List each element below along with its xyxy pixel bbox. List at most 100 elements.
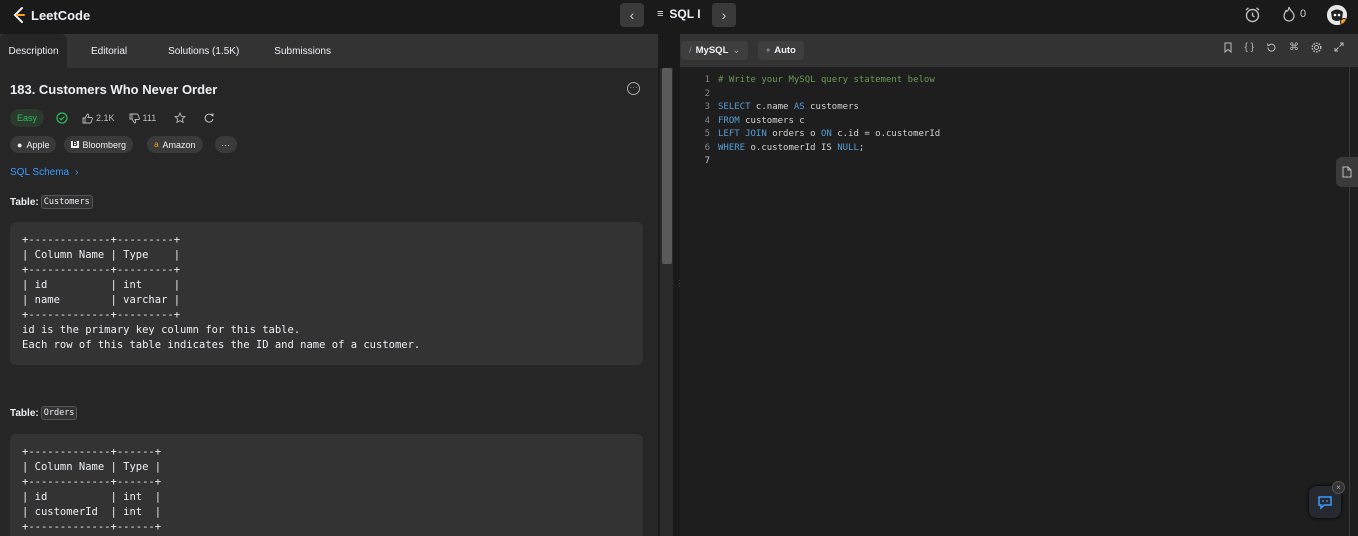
code-keyword: SELECT — [718, 102, 751, 112]
chevron-down-icon: ⌄ — [732, 45, 741, 56]
auto-dot-icon: ● — [766, 47, 771, 54]
difficulty-badge: Easy — [10, 109, 45, 127]
code-text: c.name — [750, 102, 794, 112]
fire-icon — [1283, 6, 1295, 22]
bloomberg-icon: B — [71, 141, 79, 148]
description-scrollbar[interactable] — [660, 68, 673, 536]
format-braces-icon[interactable]: { } — [1245, 42, 1254, 56]
like-button[interactable]: 2.1K — [82, 113, 115, 124]
orders-schema-block: +-------------+------+ | Column Name | T… — [10, 434, 643, 536]
thumbs-down-icon — [129, 113, 140, 123]
bookmark-icon[interactable] — [1223, 42, 1233, 56]
code-text: c.id = o.customerId — [831, 129, 941, 139]
problem-list-button[interactable]: ≡ SQL I — [657, 7, 701, 21]
table2-heading: Table: Orders — [10, 406, 78, 420]
company-label: Apple — [26, 139, 50, 150]
command-icon[interactable]: ⌘ — [1289, 42, 1299, 56]
description-panel: Description Editorial Solutions (1.5K) S… — [0, 34, 658, 536]
code-keyword: FROM — [718, 116, 740, 126]
dislike-button[interactable]: 111 — [129, 113, 156, 124]
chevron-right-icon: › — [721, 7, 727, 23]
like-count: 2.1K — [96, 113, 115, 123]
list-icon: ≡ — [657, 8, 664, 20]
amazon-icon: a — [154, 140, 159, 149]
apple-icon: ● — [17, 139, 23, 150]
close-chat-icon[interactable]: × — [1332, 481, 1345, 494]
table-label: Table: — [10, 196, 39, 208]
tab-submissions[interactable]: Submissions — [274, 34, 331, 68]
line-number: 2 — [704, 89, 710, 99]
streak-count: 0 — [1300, 8, 1307, 20]
top-bar: LeetCode ‹ ≡ SQL I › 0 — [0, 0, 1358, 34]
code-line-5: LEFT JOIN orders o ON c.id = o.customerI… — [718, 129, 940, 139]
notes-side-tab[interactable] — [1336, 157, 1358, 187]
table-label: Table: — [10, 407, 39, 419]
notification-dot — [1340, 18, 1347, 25]
more-options-icon[interactable]: ··· — [627, 82, 640, 95]
tab-solutions[interactable]: Solutions (1.5K) — [168, 34, 239, 68]
auto-mode-button[interactable]: ● Auto — [758, 41, 804, 60]
code-text: o.customerId IS — [745, 143, 838, 153]
language-indicator-icon: / — [689, 45, 692, 56]
reset-icon[interactable] — [1266, 42, 1277, 56]
line-number: 5 — [704, 129, 710, 139]
problem-title: 183. Customers Who Never Order — [10, 82, 218, 97]
panel-resize-handle[interactable]: ⋮ — [676, 280, 684, 296]
company-tag-apple[interactable]: ● Apple — [10, 136, 57, 153]
code-keyword: LEFT JOIN — [718, 129, 767, 139]
table-name: Customers — [40, 195, 93, 209]
leetcode-logo[interactable]: LeetCode — [11, 6, 90, 24]
alarm-clock-icon — [1245, 7, 1260, 23]
line-number: 4 — [704, 116, 710, 126]
streak-counter[interactable]: 0 — [1282, 6, 1306, 22]
table-name: Orders — [40, 406, 78, 420]
more-companies-button[interactable]: ··· — [214, 136, 237, 153]
line-number: 3 — [704, 102, 710, 112]
line-number: 6 — [704, 143, 710, 153]
timer-button[interactable] — [1244, 6, 1261, 23]
code-keyword: NULL — [837, 143, 859, 153]
expand-icon[interactable] — [1334, 42, 1344, 56]
document-icon — [1342, 166, 1352, 178]
customers-schema-block: +-------------+---------+ | Column Name … — [10, 222, 643, 365]
sql-schema-link[interactable]: SQL Schema › — [10, 167, 78, 178]
solved-check-icon — [56, 112, 68, 124]
gear-icon[interactable] — [1311, 42, 1322, 56]
favorite-star-icon[interactable] — [174, 112, 187, 124]
editor-toolbar: / MySQL ⌄ ● Auto { } ⌘ — [680, 34, 1358, 67]
prev-problem-button[interactable]: ‹ — [620, 3, 644, 27]
company-tag-amazon[interactable]: a Amazon — [147, 136, 203, 153]
table1-heading: Table: Customers — [10, 195, 93, 209]
scrollbar-thumb[interactable] — [662, 68, 672, 264]
avatar[interactable] — [1327, 5, 1347, 25]
code-text: customers — [804, 102, 859, 112]
leetcode-logo-icon — [13, 7, 25, 23]
logo-text: LeetCode — [31, 7, 91, 23]
problem-list-label: SQL I — [669, 7, 701, 21]
mode-label: Auto — [774, 45, 796, 56]
thumbs-up-icon — [82, 113, 93, 123]
code-line-6: WHERE o.customerId IS NULL; — [718, 143, 864, 153]
code-editor[interactable]: 1 2 3 4 5 6 7 # Write your MySQL query s… — [680, 67, 1358, 536]
code-comment: # Write your MySQL query statement below — [718, 75, 935, 85]
code-text: customers c — [739, 116, 805, 126]
chevron-right-icon: › — [75, 167, 79, 178]
tab-editorial[interactable]: Editorial — [91, 34, 127, 68]
sql-schema-label: SQL Schema — [10, 167, 70, 178]
next-problem-button[interactable]: › — [712, 3, 736, 27]
code-line-4: FROM customers c — [718, 116, 805, 126]
editor-actions: { } ⌘ — [1223, 42, 1344, 56]
line-number: 1 — [704, 75, 710, 85]
code-line-1: # Write your MySQL query statement below — [718, 75, 935, 85]
company-tags: ● Apple B Bloomberg a Amazon ··· — [10, 136, 237, 153]
tab-description[interactable]: Description — [0, 34, 67, 68]
share-icon[interactable] — [203, 112, 215, 124]
company-label: Amazon — [162, 139, 196, 150]
code-keyword: WHERE — [718, 143, 746, 153]
editor-ruler — [1349, 67, 1350, 536]
language-select[interactable]: / MySQL ⌄ — [681, 41, 749, 60]
chevron-left-icon: ‹ — [629, 7, 635, 23]
code-keyword: AS — [793, 102, 805, 112]
left-tab-bar: Description Editorial Solutions (1.5K) S… — [0, 34, 658, 68]
company-tag-bloomberg[interactable]: B Bloomberg — [64, 136, 134, 153]
